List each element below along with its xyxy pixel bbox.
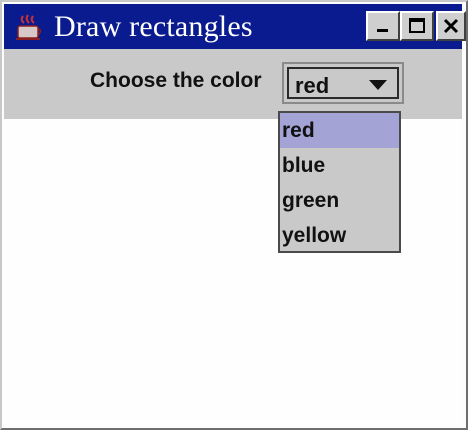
dropdown-option-yellow[interactable]: yellow [280,218,399,253]
dropdown-option-red[interactable]: red [280,113,399,148]
close-button[interactable] [436,11,466,41]
color-label: Choose the color [90,69,262,92]
maximize-button[interactable] [400,11,434,41]
control-panel: Choose the color red [4,49,462,119]
dropdown-option-blue[interactable]: blue [280,148,399,183]
minimize-button[interactable] [366,11,400,41]
combobox-frame[interactable]: red [287,67,399,99]
chevron-down-icon[interactable] [369,80,387,90]
dropdown-option-green[interactable]: green [280,183,399,218]
minimize-icon [377,29,388,32]
color-combobox[interactable]: red [282,62,404,104]
window-title: Draw rectangles [54,9,253,43]
close-icon [443,18,459,34]
java-cup-icon[interactable] [12,10,46,44]
combobox-value: red [295,73,330,98]
color-dropdown-list: red blue green yellow [278,111,401,253]
title-bar[interactable]: Draw rectangles [4,4,466,49]
maximize-icon [409,18,425,33]
